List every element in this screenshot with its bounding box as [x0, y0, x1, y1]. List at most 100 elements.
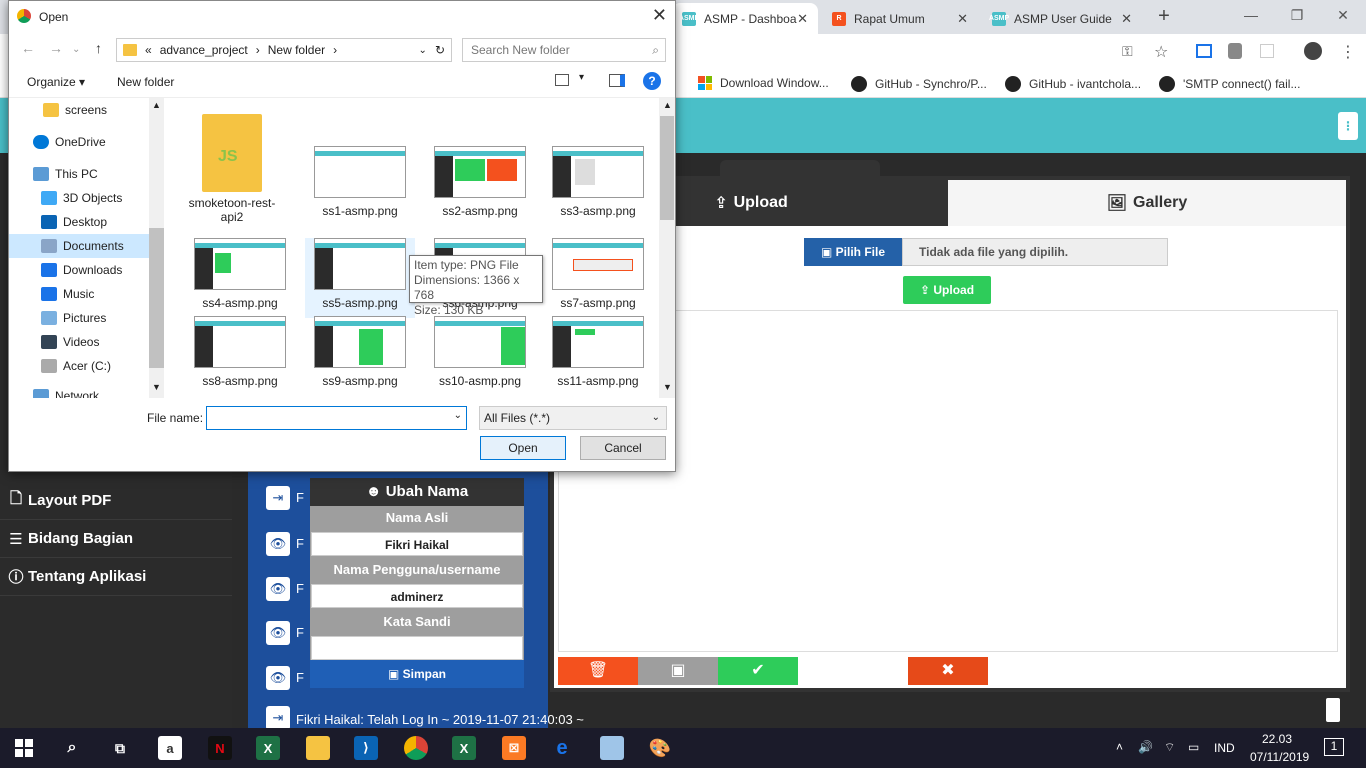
- eye-icon[interactable]: 👁: [266, 666, 290, 690]
- wifi-icon[interactable]: ⌔: [1164, 740, 1175, 755]
- chevron-down-icon[interactable]: ⌄: [454, 410, 462, 421]
- eye-icon[interactable]: 👁: [266, 621, 290, 645]
- refresh-icon[interactable]: ↻: [435, 43, 445, 57]
- notifications-icon[interactable]: 1: [1324, 738, 1344, 756]
- cancel-button[interactable]: Cancel: [580, 436, 666, 460]
- file-ss11-asmp[interactable]: ss11-asmp.png: [543, 316, 653, 396]
- clock-time[interactable]: 22.03: [1262, 732, 1292, 746]
- nav-item-documents[interactable]: Documents: [9, 234, 149, 258]
- file-ss9-asmp[interactable]: ss9-asmp.png: [305, 316, 415, 396]
- restore-icon[interactable]: ❐: [1274, 0, 1320, 30]
- upload-button[interactable]: ⇪ Upload: [903, 276, 991, 304]
- star-icon[interactable]: ☆: [1154, 42, 1168, 62]
- tab-asmp-user-guide[interactable]: ASMP ASMP User Guide ✕: [982, 3, 1142, 34]
- chevron-down-icon[interactable]: ⌄: [419, 45, 427, 56]
- nav-item-network[interactable]: Network: [9, 384, 149, 398]
- file-ss8-asmp[interactable]: ss8-asmp.png: [185, 316, 295, 396]
- bookmark-github-synchro[interactable]: GitHub - Synchro/P...: [851, 76, 987, 92]
- chevron-down-icon[interactable]: ▾: [579, 72, 584, 83]
- minimize-icon[interactable]: —: [1228, 0, 1274, 30]
- chevron-up-icon[interactable]: ˄: [1116, 740, 1123, 754]
- nav-item-pictures[interactable]: Pictures: [9, 306, 149, 330]
- key-icon[interactable]: ⚿: [1122, 43, 1133, 60]
- shield-extension-icon[interactable]: [1228, 43, 1242, 59]
- nav-item-3d-objects[interactable]: 3D Objects: [9, 186, 149, 210]
- breadcrumb-advance-project[interactable]: advance_project: [160, 43, 248, 57]
- tab-gallery[interactable]: 🖼 Gallery: [948, 180, 1346, 226]
- bookmark-download-windows[interactable]: Download Window...: [698, 76, 829, 90]
- address-breadcrumb[interactable]: « advance_project › New folder › ⌄ ↻: [116, 38, 452, 62]
- nav-item-screens[interactable]: screens: [9, 98, 149, 122]
- cast-icon[interactable]: [1196, 44, 1212, 58]
- scroll-down-icon[interactable]: ▼: [663, 382, 672, 392]
- scroll-up-icon[interactable]: ▲: [663, 100, 672, 110]
- close-window-icon[interactable]: ✕: [1320, 0, 1366, 30]
- chevron-down-icon[interactable]: ⌄: [72, 44, 80, 55]
- file-ss2-asmp[interactable]: ss2-asmp.png: [425, 146, 535, 226]
- vscode-icon[interactable]: ⟩: [354, 736, 378, 760]
- search-icon[interactable]: ⌕: [60, 736, 84, 760]
- bookmark-smtp-connect[interactable]: 'SMTP connect() fail...: [1159, 76, 1300, 92]
- view-options-icon[interactable]: [555, 74, 569, 86]
- breadcrumb-new-folder[interactable]: New folder: [268, 43, 325, 57]
- file-name-input[interactable]: ⌄: [206, 406, 467, 430]
- open-button[interactable]: Open: [480, 436, 566, 460]
- close-icon[interactable]: ✕: [652, 5, 667, 26]
- file-ss10-asmp[interactable]: ss10-asmp.png: [425, 316, 535, 396]
- xampp-icon[interactable]: ⊠: [502, 736, 526, 760]
- sidebar-item-layout-pdf[interactable]: 🗋 Layout PDF: [0, 482, 232, 520]
- nav-item-desktop[interactable]: Desktop: [9, 210, 149, 234]
- nav-item-music[interactable]: Music: [9, 282, 149, 306]
- folder-smoketoon-rest-api2[interactable]: JS smoketoon-rest-api2: [177, 114, 287, 224]
- save-image-button[interactable]: ▣: [638, 657, 718, 685]
- delete-button[interactable]: 🗑: [558, 657, 638, 685]
- new-tab-button[interactable]: +: [1150, 5, 1178, 29]
- password-field[interactable]: [311, 636, 523, 660]
- confirm-button[interactable]: ✔: [718, 657, 798, 685]
- new-folder-button[interactable]: New folder: [117, 75, 174, 89]
- scroll-thumb[interactable]: [149, 228, 164, 368]
- up-arrow-icon[interactable]: ↑: [95, 40, 102, 56]
- extension-icon[interactable]: [1260, 44, 1274, 58]
- pilih-file-button[interactable]: ▣ Pilih File: [804, 238, 902, 266]
- nav-pane-scrollbar[interactable]: ▲ ▼: [149, 98, 164, 398]
- tab-asmp-dashboard[interactable]: ASMP ASMP - Dashboard ✕: [672, 3, 818, 34]
- preview-pane-icon[interactable]: [609, 74, 625, 87]
- nav-item-videos[interactable]: Videos: [9, 330, 149, 354]
- bookmark-github-ivant[interactable]: GitHub - ivantchola...: [1005, 76, 1141, 92]
- simpan-button[interactable]: ▣ Simpan: [310, 660, 524, 688]
- nav-item-this-pc[interactable]: This PC: [9, 162, 149, 186]
- file-ss1-asmp[interactable]: ss1-asmp.png: [305, 146, 415, 226]
- close-tab-icon[interactable]: ✕: [797, 11, 808, 27]
- chrome-icon[interactable]: [404, 736, 428, 760]
- sidebar-item-bidang-bagian[interactable]: ☰ Bidang Bagian: [0, 520, 232, 558]
- scroll-down-icon[interactable]: ▼: [152, 382, 161, 392]
- avatar[interactable]: [1304, 42, 1322, 60]
- search-input[interactable]: Search New folder ⌕: [462, 38, 666, 62]
- close-tab-icon[interactable]: ✕: [1121, 11, 1132, 27]
- tab-rapat-umum[interactable]: R Rapat Umum ✕: [822, 3, 978, 34]
- logout-icon[interactable]: ⇥: [266, 486, 290, 510]
- page-scrollbar[interactable]: [1326, 698, 1340, 722]
- notes-icon[interactable]: [600, 736, 624, 760]
- clock-date[interactable]: 07/11/2019: [1250, 750, 1309, 764]
- scroll-thumb[interactable]: [660, 116, 674, 220]
- file-explorer-icon[interactable]: [306, 736, 330, 760]
- nav-item-acer-c[interactable]: Acer (C:): [9, 354, 149, 378]
- cancel-upload-button[interactable]: ✖: [908, 657, 988, 685]
- file-ss7-asmp[interactable]: ss7-asmp.png: [543, 238, 653, 318]
- nama-asli-field[interactable]: Fikri Haikal: [311, 532, 523, 556]
- paint-icon[interactable]: 🎨: [648, 736, 672, 760]
- scroll-up-icon[interactable]: ▲: [152, 100, 161, 110]
- edge-icon[interactable]: e: [550, 736, 574, 760]
- eye-icon[interactable]: 👁: [266, 577, 290, 601]
- help-icon[interactable]: ?: [643, 72, 661, 90]
- excel-icon[interactable]: X: [452, 736, 476, 760]
- nav-item-onedrive[interactable]: OneDrive: [9, 130, 149, 154]
- eye-icon[interactable]: 👁: [266, 532, 290, 556]
- file-ss3-asmp[interactable]: ss3-asmp.png: [543, 146, 653, 226]
- battery-icon[interactable]: ▭: [1188, 740, 1199, 754]
- windows-start-icon[interactable]: [12, 736, 36, 760]
- forward-arrow-icon[interactable]: →: [49, 40, 63, 56]
- file-list-scrollbar[interactable]: ▲ ▼: [659, 98, 675, 398]
